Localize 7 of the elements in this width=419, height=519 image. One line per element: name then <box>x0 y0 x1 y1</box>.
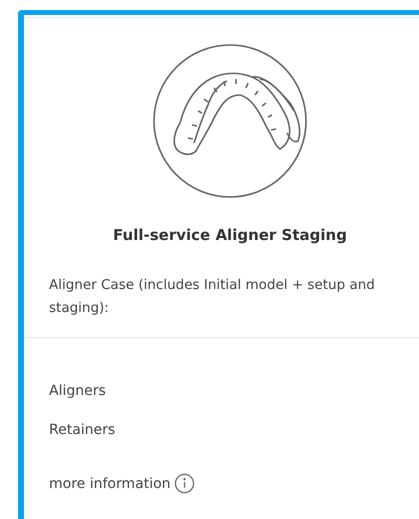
info-icon <box>174 473 195 494</box>
case-description: Aligner Case (includes Initial model + setup and staging): <box>49 276 376 318</box>
card-title: Full-service Aligner Staging <box>113 226 347 244</box>
more-information-link[interactable]: more information <box>49 473 195 494</box>
list-item: Retainers <box>49 421 116 440</box>
list-item: Aligners <box>49 382 107 401</box>
aligner-icon <box>152 43 308 199</box>
